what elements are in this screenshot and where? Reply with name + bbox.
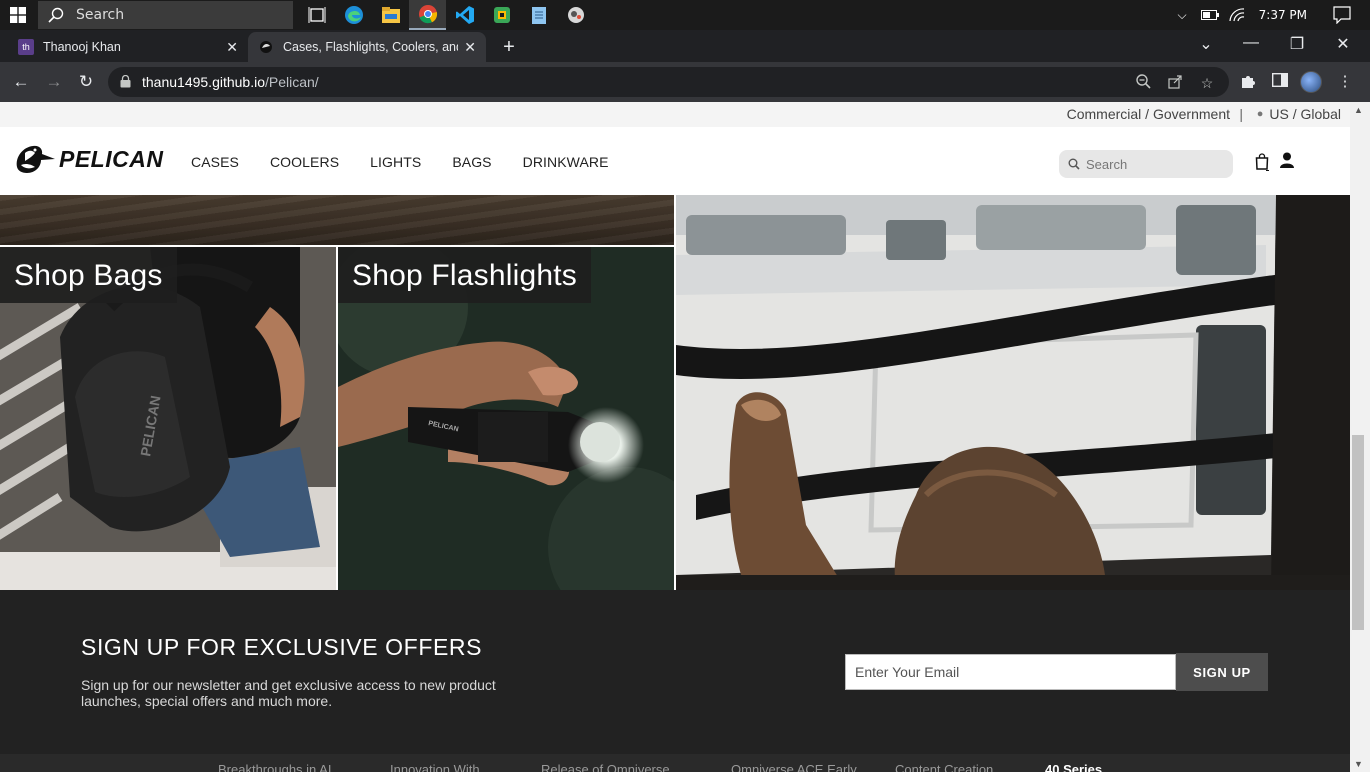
vscode-icon[interactable]	[446, 0, 483, 30]
footer-link[interactable]: Breakthroughs in AI	[218, 762, 331, 772]
account-user-icon[interactable]	[1280, 152, 1294, 174]
scroll-down-arrow-icon[interactable]: ▼	[1354, 759, 1363, 769]
windows-taskbar: Search ⌵ 7:37 PM	[0, 0, 1370, 30]
app-icon[interactable]	[557, 0, 594, 30]
search-icon	[48, 7, 64, 23]
tab-search-chevron-icon[interactable]: ⌄	[1183, 34, 1229, 54]
taskbar-search[interactable]: Search	[38, 1, 293, 29]
cart-bag-icon[interactable]	[1255, 153, 1269, 176]
page-viewport: Commercial / Government | ● US / Global …	[0, 102, 1350, 772]
restore-icon[interactable]: ❐	[1274, 34, 1320, 54]
taskbar-clock[interactable]: 7:37 PM	[1259, 8, 1307, 22]
file-explorer-icon[interactable]	[372, 0, 409, 30]
minimize-icon[interactable]: —	[1228, 34, 1274, 52]
notepad-icon[interactable]	[520, 0, 557, 30]
shop-bags-tile[interactable]: PELICAN Shop Bags	[0, 247, 336, 590]
forward-arrow-icon[interactable]: →	[42, 70, 66, 94]
th-favicon-icon: th	[18, 39, 34, 55]
side-panel-icon[interactable]	[1271, 72, 1289, 91]
pelican-favicon-icon	[258, 39, 274, 55]
chevron-up-icon[interactable]: ⌵	[1178, 8, 1187, 23]
nav-drinkware[interactable]: DRINKWARE	[523, 154, 609, 170]
site-search-input[interactable]	[1086, 156, 1226, 172]
scrollbar-thumb[interactable]	[1352, 435, 1364, 630]
nav-cases[interactable]: CASES	[191, 154, 239, 170]
site-header: PELICAN CASES COOLERS LIGHTS BAGS DRINKW…	[0, 127, 1350, 195]
shop-flashlights-label[interactable]: Shop Flashlights	[338, 247, 591, 303]
footer-link[interactable]: 40 Series	[1045, 762, 1102, 772]
commercial-government-link[interactable]: Commercial / Government	[1067, 106, 1230, 122]
footer-link[interactable]: Content Creation	[895, 762, 993, 772]
window-close-icon[interactable]: ✕	[1320, 34, 1366, 54]
footer-links-peek: Breakthroughs in AI Innovation With Rele…	[0, 754, 1350, 772]
scroll-up-arrow-icon[interactable]: ▲	[1354, 105, 1363, 115]
tab-title: Cases, Flashlights, Coolers, and Tr	[283, 40, 458, 54]
tab-thanooj-khan[interactable]: th Thanooj Khan ✕	[0, 32, 248, 62]
coolers-tile[interactable]	[676, 195, 1350, 590]
email-field[interactable]	[845, 654, 1176, 690]
main-nav: CASES COOLERS LIGHTS BAGS DRINKWARE	[191, 154, 640, 170]
newsletter-description: Sign up for our newsletter and get exclu…	[81, 677, 496, 709]
newsletter-heading: SIGN UP FOR EXCLUSIVE OFFERS	[81, 634, 483, 660]
reload-icon[interactable]: ↻	[74, 70, 98, 94]
nav-coolers[interactable]: COOLERS	[270, 154, 339, 170]
taskbar-search-label: Search	[76, 7, 125, 23]
chrome-icon[interactable]	[409, 0, 446, 30]
grid-divider	[674, 195, 676, 590]
extensions-puzzle-icon[interactable]	[1239, 73, 1257, 91]
utility-bar: Commercial / Government | ● US / Global	[0, 102, 1350, 127]
tab-title: Thanooj Khan	[43, 40, 121, 54]
region-selector[interactable]: ● US / Global	[1257, 106, 1341, 122]
notifications-icon[interactable]	[1333, 6, 1351, 24]
utility-separator: |	[1239, 106, 1243, 122]
region-label: US / Global	[1269, 106, 1341, 122]
battery-icon	[1200, 10, 1219, 20]
browser-tab-strip: th Thanooj Khan ✕ Cases, Flashlights, Co…	[0, 30, 1370, 62]
new-tab-plus-icon[interactable]: +	[498, 36, 520, 58]
shop-bags-label[interactable]: Shop Bags	[0, 247, 177, 303]
close-icon[interactable]: ✕	[464, 39, 476, 56]
footer-link[interactable]: Release of Omniverse	[541, 762, 670, 772]
footer-link[interactable]: Omniverse ACE Early	[731, 762, 857, 772]
shop-flashlights-tile[interactable]: PELICAN Shop Flashlights	[338, 247, 674, 590]
sign-up-button[interactable]: SIGN UP	[1176, 653, 1268, 691]
globe-icon: ●	[1256, 108, 1264, 120]
url-text[interactable]: thanu1495.github.io/Pelican/	[142, 74, 319, 90]
nav-bags[interactable]: BAGS	[452, 154, 491, 170]
tab-pelican[interactable]: Cases, Flashlights, Coolers, and Tr ✕	[248, 32, 486, 62]
logo-wordmark: PELICAN	[59, 145, 164, 172]
address-bar[interactable]: thanu1495.github.io/Pelican/ ☆	[108, 67, 1229, 97]
task-view-icon[interactable]	[298, 0, 335, 30]
kebab-menu-icon[interactable]: ⋮	[1336, 73, 1354, 91]
browser-toolbar: ← → ↻ thanu1495.github.io/Pelican/ ☆ ⋮	[0, 62, 1370, 102]
edge-icon[interactable]	[335, 0, 372, 30]
photos-icon[interactable]	[483, 0, 520, 30]
search-icon	[1068, 158, 1080, 170]
wifi-icon	[1229, 8, 1244, 22]
pelican-logo[interactable]: PELICAN	[13, 141, 163, 177]
site-search	[1059, 150, 1233, 178]
bookmark-star-icon[interactable]: ☆	[1198, 74, 1216, 92]
newsletter-section: SIGN UP FOR EXCLUSIVE OFFERS Sign up for…	[0, 590, 1350, 754]
profile-avatar[interactable]	[1300, 71, 1322, 93]
footer-link[interactable]: Innovation With	[390, 762, 480, 772]
zoom-icon[interactable]	[1134, 74, 1152, 92]
cooler-photo	[676, 195, 1350, 590]
windows-start-icon[interactable]	[0, 0, 36, 30]
page-scrollbar[interactable]: ▲ ▼	[1350, 102, 1370, 772]
share-icon[interactable]	[1166, 74, 1184, 92]
pelican-bird-icon	[16, 145, 56, 173]
back-arrow-icon[interactable]: ←	[9, 70, 33, 94]
promo-image-top[interactable]	[0, 195, 674, 245]
grid-divider	[336, 247, 338, 590]
close-icon[interactable]: ✕	[226, 39, 238, 56]
nav-lights[interactable]: LIGHTS	[370, 154, 421, 170]
lock-icon[interactable]	[120, 75, 131, 88]
